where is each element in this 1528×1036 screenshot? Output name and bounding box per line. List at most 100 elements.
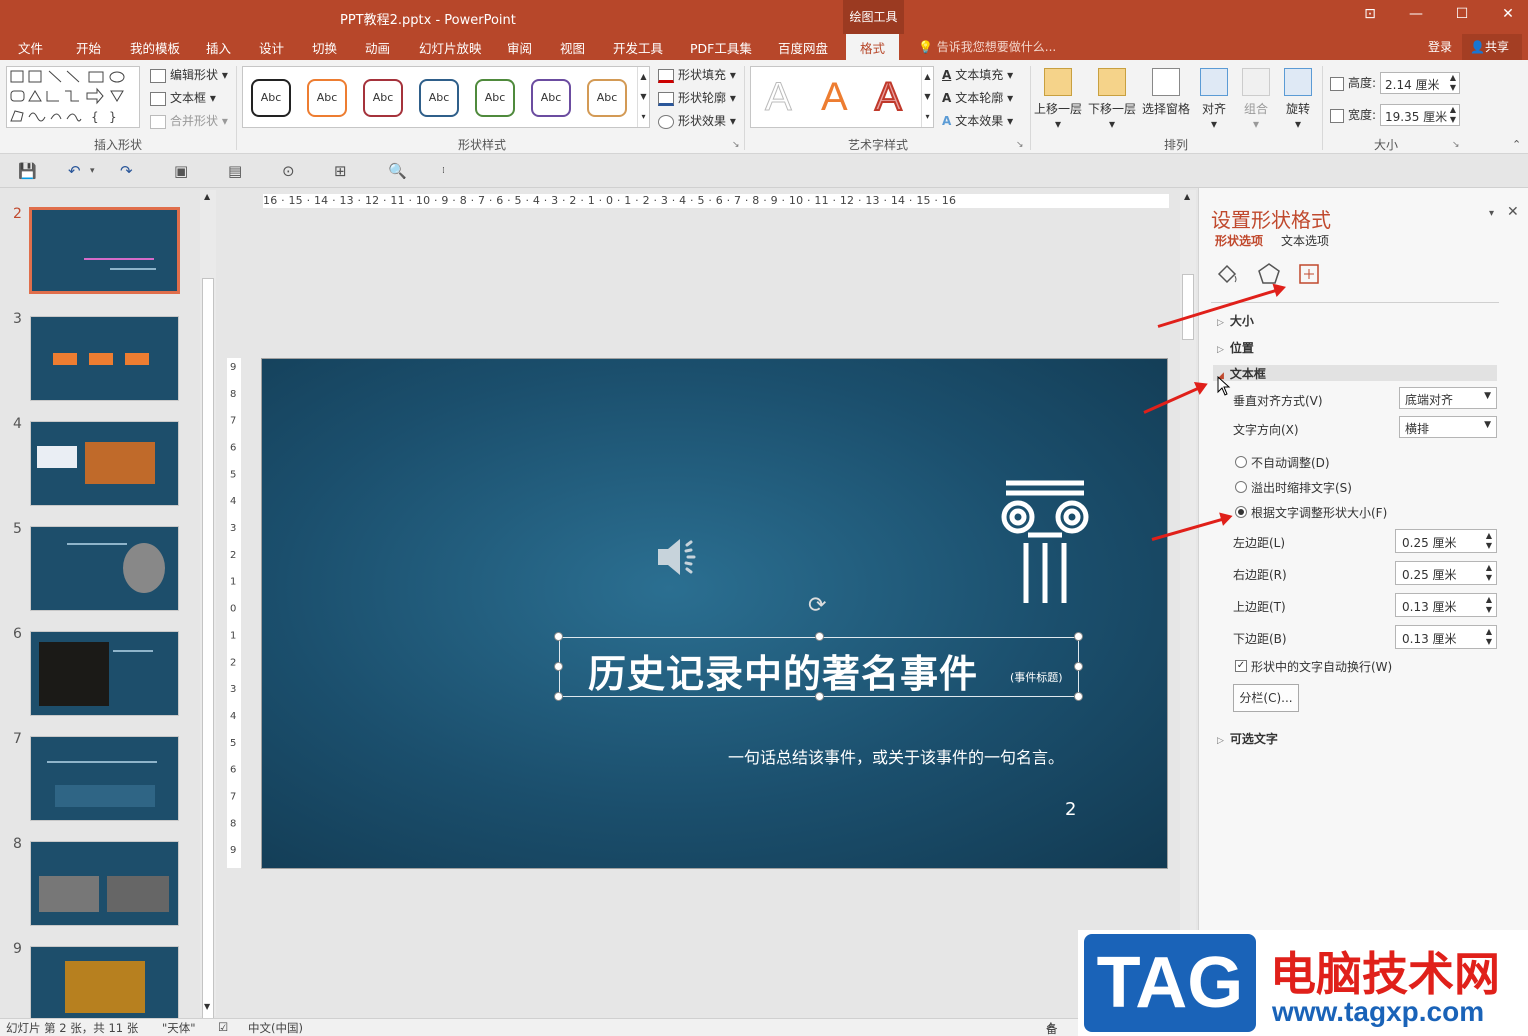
slide-thumbnail-8[interactable] [30,841,179,926]
shape-style-swatch[interactable]: Abc [363,79,403,117]
projector-icon[interactable]: ⊞ [334,162,347,180]
scroll-down-icon[interactable]: ▼ [204,1002,210,1011]
section-position[interactable]: ▷ 位置 [1217,339,1254,356]
spinner-icon[interactable]: ▲ ▼ [1450,105,1456,125]
wrap-text-checkbox[interactable]: ✓ [1235,660,1247,672]
right-margin-input[interactable]: 0.25 厘米 ▲ ▼ [1395,561,1497,585]
fill-line-icon[interactable] [1215,262,1239,286]
tab-developer[interactable]: 开发工具 [613,38,663,57]
maximize-button[interactable]: ☐ [1448,6,1476,22]
tab-baidu-netdisk[interactable]: 百度网盘 [778,38,828,57]
tab-animations[interactable]: 动画 [365,38,390,57]
spellcheck-icon[interactable]: ☑ [218,1020,228,1034]
shape-style-swatch[interactable]: Abc [251,79,291,117]
wordart-swatch[interactable]: A [874,74,903,120]
spinner-icon[interactable]: ▲ ▼ [1486,531,1492,551]
slide-thumbnail-2[interactable] [29,207,180,294]
spinner-icon[interactable]: ▲ ▼ [1486,595,1492,615]
edit-shape-button[interactable]: 编辑形状 ▾ [150,66,228,83]
text-direction-dropdown[interactable]: 横排 ▼ [1399,416,1497,438]
scrollbar-thumb[interactable] [202,278,214,1020]
radio-resize-shape-to-fit[interactable] [1235,506,1247,518]
gallery-more-icon[interactable]: ▲ ▼ ▾ [637,67,649,127]
spinner-icon[interactable]: ▲ ▼ [1486,627,1492,647]
radio-no-autofit[interactable] [1235,456,1247,468]
shape-fill-button[interactable]: 形状填充 ▾ [658,66,736,83]
tab-design[interactable]: 设计 [259,38,284,57]
bring-forward-button[interactable]: 上移一层 ▾ [1032,68,1084,131]
scrollbar-thumb[interactable] [1182,274,1194,340]
text-outline-button[interactable]: A 文本轮廓 ▾ [942,89,1013,106]
undo-icon[interactable]: ↶ [68,162,81,180]
present-online-icon[interactable]: ⊙ [282,162,295,180]
login-button[interactable]: 登录 [1428,38,1452,55]
left-margin-input[interactable]: 0.25 厘米 ▲ ▼ [1395,529,1497,553]
wordart-swatch[interactable]: A [765,75,793,120]
tab-insert[interactable]: 插入 [206,38,231,57]
resize-shape-to-fit-label[interactable]: 根据文字调整形状大小(F) [1251,504,1387,521]
scroll-up-icon[interactable]: ▲ [1184,192,1190,201]
customize-qat-icon[interactable]: ⁞ [442,166,445,176]
resize-handle[interactable] [1074,692,1083,701]
wrap-text-label[interactable]: 形状中的文字自动换行(W) [1251,658,1392,675]
close-button[interactable]: ✕ [1494,6,1522,22]
share-button[interactable]: 👤共享 [1462,34,1522,60]
slideshow-from-start-icon[interactable]: ▣ [174,162,188,180]
slide-thumbnail-9[interactable] [30,946,179,1018]
slide-thumbnail-4[interactable] [30,421,179,506]
shape-styles-gallery[interactable]: Abc Abc Abc Abc Abc Abc Abc ▲ ▼ ▾ [242,66,650,128]
selection-pane-button[interactable]: 选择窗格 [1140,68,1192,117]
collapse-ribbon-icon[interactable]: ⌃ [1512,138,1521,151]
resize-handle[interactable] [1074,632,1083,641]
resize-handle[interactable] [554,662,563,671]
tab-file[interactable]: 文件 [18,38,43,57]
minimize-button[interactable]: — [1402,6,1430,22]
slide-thumbnail-7[interactable] [30,736,179,821]
vertical-align-dropdown[interactable]: 底端对齐 ▼ [1399,387,1497,409]
text-fill-button[interactable]: A 文本填充 ▾ [942,66,1013,83]
tab-slideshow[interactable]: 幻灯片放映 [419,38,482,57]
shape-style-swatch[interactable]: Abc [587,79,627,117]
tab-view[interactable]: 视图 [560,38,585,57]
rotate-button[interactable]: 旋转 ▾ [1272,68,1324,131]
undo-dropdown-icon[interactable]: ▾ [90,166,95,176]
shape-style-swatch[interactable]: Abc [475,79,515,117]
resize-handle[interactable] [554,692,563,701]
resize-handle[interactable] [554,632,563,641]
dialog-launcher-icon[interactable]: ↘ [1452,140,1460,150]
shape-style-swatch[interactable]: Abc [419,79,459,117]
tab-my-templates[interactable]: 我的模板 [130,38,180,57]
columns-button[interactable]: 分栏(C)... [1233,684,1299,712]
thumbnails-scrollbar[interactable]: ▲ ▼ [200,190,216,1020]
section-size[interactable]: ▷ 大小 [1217,312,1254,329]
shape-style-swatch[interactable]: Abc [531,79,571,117]
text-effects-button[interactable]: A 文本效果 ▾ [942,112,1013,129]
rotate-handle-icon[interactable]: ⟳ [808,593,826,618]
tab-home[interactable]: 开始 [76,38,101,57]
pane-options-icon[interactable]: ▾ [1489,208,1494,219]
spinner-icon[interactable]: ▲ ▼ [1450,73,1456,93]
tab-format[interactable]: 格式 [846,34,900,60]
radio-shrink-on-overflow[interactable] [1235,481,1247,493]
new-textbox-icon[interactable]: ▤ [228,162,242,180]
no-autofit-label[interactable]: 不自动调整(D) [1251,454,1330,471]
shape-style-swatch[interactable]: Abc [307,79,347,117]
close-pane-icon[interactable]: ✕ [1507,204,1519,220]
slide-tagline[interactable]: 一句话总结该事件，或关于该事件的一句名言。 [728,744,1064,768]
ribbon-display-options-icon[interactable]: ⊡ [1356,6,1384,22]
shape-effects-button[interactable]: 形状效果 ▾ [658,112,736,129]
gallery-more-icon[interactable]: ▲ ▼ ▾ [921,67,933,127]
height-input[interactable]: 2.14 厘米 ▲ ▼ [1380,72,1460,94]
width-input[interactable]: 19.35 厘米 ▲ ▼ [1380,104,1460,126]
tab-shape-options[interactable]: 形状选项 [1215,232,1263,249]
wordart-swatch[interactable]: A [821,75,848,120]
tab-text-options[interactable]: 文本选项 [1281,232,1329,249]
dialog-launcher-icon[interactable]: ↘ [1016,140,1024,150]
tab-transitions[interactable]: 切换 [312,38,337,57]
tell-me-search[interactable]: 💡 告诉我您想要做什么... [918,38,1056,55]
wordart-gallery[interactable]: A A A ▲ ▼ ▾ [750,66,934,128]
resize-handle[interactable] [815,632,824,641]
tab-pdf-tools[interactable]: PDF工具集 [690,38,752,57]
shapes-gallery[interactable]: {} [6,66,140,128]
send-backward-button[interactable]: 下移一层 ▾ [1086,68,1138,131]
